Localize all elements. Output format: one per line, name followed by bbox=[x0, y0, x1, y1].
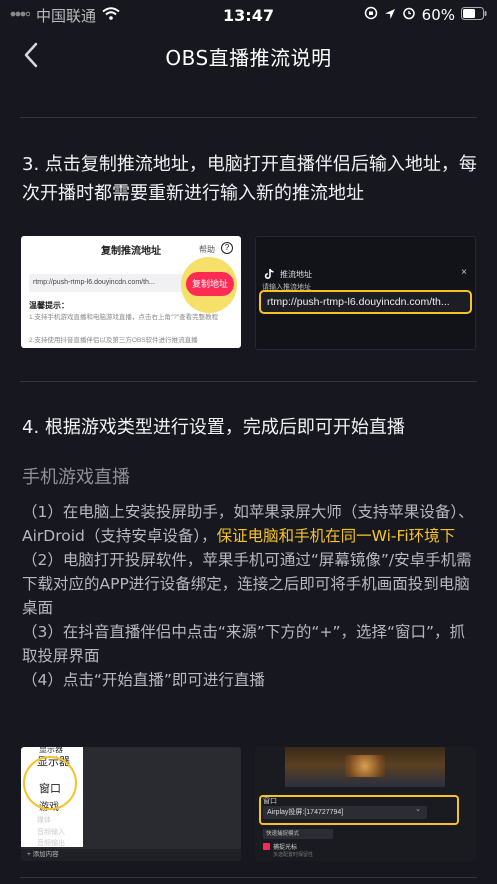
window-capture-screenshot: 窗口 Airplay投屏:[174727794] ⌄ 快速捕捉模式 捕捉光标 多… bbox=[255, 747, 476, 861]
tips-title: 温馨提示： bbox=[29, 301, 69, 310]
battery-percent: 60% bbox=[421, 6, 455, 24]
divider bbox=[20, 877, 477, 878]
push-url-field: rtmp://push-rtmp-l6.douyincdn.com/th... bbox=[259, 290, 472, 314]
paste-address-screenshot: 推流地址 × 请输入推流地址 rtmp://push-rtmp-l6.douyi… bbox=[255, 236, 476, 350]
close-icon: × bbox=[461, 267, 467, 278]
help-label: 帮助 bbox=[199, 245, 215, 254]
instruction-4: （4）点击“开始直播”即可进行直播 bbox=[22, 671, 265, 689]
carrier-name: 中国联通 bbox=[36, 6, 97, 25]
window-section-label: 窗口 bbox=[263, 798, 277, 805]
alarm-icon bbox=[402, 6, 416, 24]
page-title: OBS直播推流说明 bbox=[165, 45, 332, 70]
signal-icon bbox=[10, 6, 31, 24]
menu-item-media: 媒体 bbox=[37, 817, 51, 824]
menu-item-audio-out: 音频输出 bbox=[37, 840, 65, 847]
capture-mode-select: 快速捕捉模式 bbox=[263, 829, 333, 839]
capture-note: 多选配置时保留性 bbox=[273, 852, 314, 858]
menu-item-audio-in: 音频输入 bbox=[37, 829, 65, 836]
instruction-1: （1）在电脑上安装投屏助手，如苹果录屏大师（支持苹果设备）、AirDroid（支… bbox=[22, 500, 477, 548]
capture-cursor-label: 捕捉光标 bbox=[273, 845, 298, 851]
game-preview-image bbox=[285, 747, 445, 787]
instructions-text: （1）在电脑上安装投屏助手，如苹果录屏大师（支持苹果设备）、AirDroid（支… bbox=[22, 500, 477, 692]
nav-bar: OBS直播推流说明 bbox=[0, 30, 497, 82]
window-select: Airplay投屏:[174727794] bbox=[263, 806, 427, 819]
back-button[interactable] bbox=[16, 42, 46, 72]
wifi-icon bbox=[102, 6, 120, 24]
location-icon bbox=[384, 6, 396, 24]
game-scene bbox=[345, 755, 385, 777]
battery-icon bbox=[461, 6, 487, 24]
orientation-lock-icon bbox=[364, 6, 378, 24]
copy-address-screenshot: 复制推流地址 帮助 ? rtmp://push-rtmp-l6.douyincd… bbox=[21, 236, 241, 348]
step-4-title: 4. 根据游戏类型进行设置，完成后即可开始直播 bbox=[22, 417, 405, 438]
chevron-left-icon bbox=[23, 42, 39, 72]
url-field: rtmp://push-rtmp-l6.douyincdn.com/th... bbox=[29, 274, 189, 292]
divider bbox=[20, 381, 477, 382]
tip-1: 1.支持手机游戏直播和电脑游戏直播，点击右上角"?"查看完整教程 bbox=[29, 314, 219, 321]
mobile-game-subtitle: 手机游戏直播 bbox=[22, 467, 130, 488]
source-menu-screenshot: 显示器 窗口 游戏 显示器 媒体 音频输入 音频输出 + 添加内容 bbox=[21, 747, 241, 861]
status-bar: 中国联通 13:47 60% bbox=[0, 0, 497, 30]
instruction-3: （3）在抖音直播伴侣中点击“来源”下方的“+”，选择“窗口”，抓取投屏界面 bbox=[22, 623, 466, 665]
add-content-bar: + 添加内容 bbox=[21, 849, 241, 861]
chevron-down-icon: ⌄ bbox=[415, 806, 421, 813]
push-url-header: 推流地址 bbox=[280, 270, 312, 279]
copy-address-button: 复制地址 bbox=[186, 272, 234, 296]
wifi-highlight: 保证电脑和手机在同一Wi-Fi环境下 bbox=[216, 527, 456, 545]
instruction-2: （2）电脑打开投屏软件，苹果手机可通过“屏幕镜像”/安卓手机需下载对应的APP进… bbox=[22, 551, 472, 617]
step-3-title: 3. 点击复制推流地址，电脑打开直播伴侣后输入地址，每次开播时都需要重新进行输入… bbox=[22, 154, 477, 204]
tip-2: 2.支持使用抖音直播伴侣以及第三方OBS软件进行推流直播 bbox=[29, 337, 198, 344]
checkbox-checked bbox=[263, 843, 270, 850]
divider bbox=[20, 117, 477, 118]
highlight-circle bbox=[23, 756, 77, 810]
help-icon: ? bbox=[221, 242, 233, 254]
